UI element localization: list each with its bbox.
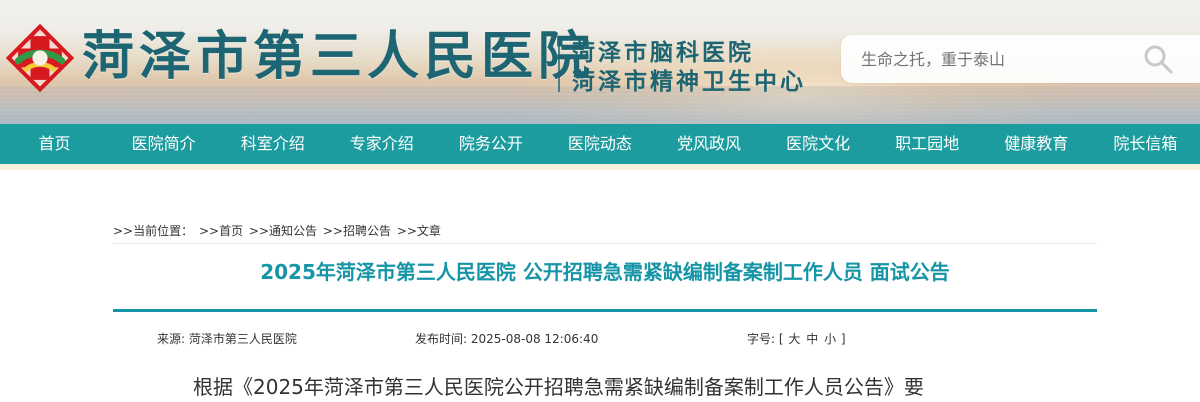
article-source-label: 来源: <box>157 332 186 346</box>
article-publish-time-label: 发布时间: <box>415 332 468 346</box>
nav-item-departments[interactable]: 科室介绍 <box>218 124 327 164</box>
article-title-divider <box>113 309 1097 312</box>
navigation-shadow-strip <box>0 164 1200 170</box>
nav-item-public-affairs[interactable]: 院务公开 <box>436 124 545 164</box>
site-header: 菏泽市第三人民医院 菏泽市脑科医院 菏泽市精神卫生中心 <box>0 0 1200 124</box>
nav-item-staff-garden[interactable]: 职工园地 <box>873 124 982 164</box>
font-size-large-button[interactable]: 大 <box>788 332 800 346</box>
breadcrumb-prefix: >>当前位置： <box>113 224 194 238</box>
nav-item-director-mailbox[interactable]: 院长信箱 <box>1091 124 1200 164</box>
article-title: 2025年菏泽市第三人民医院 公开招聘急需紧缺编制备案制工作人员 面试公告 <box>260 260 950 284</box>
nav-item-experts[interactable]: 专家介绍 <box>327 124 436 164</box>
article-publish-time: 发布时间: 2025-08-08 12:06:40 <box>415 329 598 349</box>
search-box <box>841 35 1200 83</box>
nav-item-hospital-news[interactable]: 医院动态 <box>545 124 654 164</box>
nav-item-hospital-culture[interactable]: 医院文化 <box>764 124 873 164</box>
article-intro-text: 根据《2025年菏泽市第三人民医院公开招聘急需紧缺编制备案制工作人员公告》要 <box>193 375 924 399</box>
font-size-open-bracket: [ <box>778 332 784 346</box>
nav-item-party-style[interactable]: 党风政风 <box>654 124 763 164</box>
breadcrumb-recruitment-link[interactable]: >>招聘公告 <box>323 224 391 238</box>
breadcrumb-home-link[interactable]: >>首页 <box>199 224 243 238</box>
article-source: 来源: 菏泽市第三人民医院 <box>157 329 297 349</box>
nav-item-home[interactable]: 首页 <box>0 124 109 164</box>
hospital-subname-mental-health: 菏泽市精神卫生中心 <box>572 68 806 95</box>
font-size-label: 字号: <box>747 332 776 346</box>
header-divider <box>558 38 560 92</box>
main-navigation: 首页 医院简介 科室介绍 专家介绍 院务公开 医院动态 党风政风 医院文化 职工… <box>0 124 1200 164</box>
search-input[interactable] <box>859 43 1113 75</box>
article-meta: 来源: 菏泽市第三人民医院 发布时间: 2025-08-08 12:06:40 … <box>113 329 1097 349</box>
magnifier-icon <box>1144 45 1173 74</box>
font-size-medium-button[interactable]: 中 <box>806 332 818 346</box>
breadcrumb-divider <box>113 243 1097 244</box>
font-size-controls: 字号: [ 大 中 小 ] <box>747 329 846 349</box>
search-button[interactable] <box>1141 42 1175 76</box>
article-source-value: 菏泽市第三人民医院 <box>188 332 297 346</box>
article-publish-time-value: 2025-08-08 12:06:40 <box>470 332 599 346</box>
font-size-close-bracket: ] <box>840 332 846 346</box>
nav-item-health-education[interactable]: 健康教育 <box>982 124 1091 164</box>
breadcrumb-current-article: >>文章 <box>396 224 441 238</box>
font-size-small-button[interactable]: 小 <box>824 332 836 346</box>
breadcrumb: >>当前位置： >>首页 >>通知公告 >>招聘公告 >>文章 <box>113 220 1097 242</box>
breadcrumb-notice-link[interactable]: >>通知公告 <box>249 224 317 238</box>
nav-item-hospital-intro[interactable]: 医院简介 <box>109 124 218 164</box>
hospital-name: 菏泽市第三人民医院 <box>82 26 596 87</box>
hospital-cross-logo-icon <box>5 23 75 93</box>
